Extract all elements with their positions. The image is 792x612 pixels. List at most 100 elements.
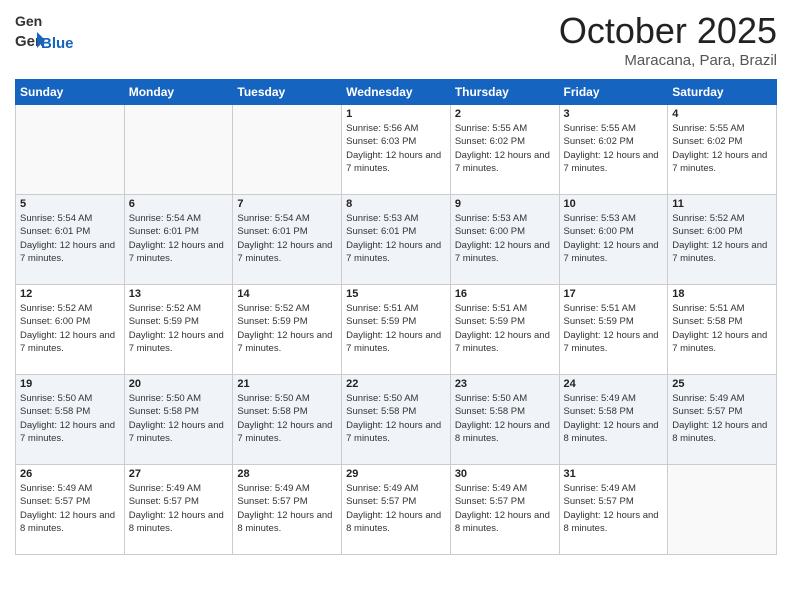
- daylight-text: Daylight: 12 hours and 8 minutes.: [20, 509, 120, 536]
- daylight-text: Daylight: 12 hours and 7 minutes.: [20, 239, 120, 266]
- day-info: Sunrise: 5:49 AMSunset: 5:57 PMDaylight:…: [455, 482, 555, 535]
- daylight-text: Daylight: 12 hours and 8 minutes.: [672, 419, 772, 446]
- sunset-text: Sunset: 6:01 PM: [346, 225, 446, 238]
- day-info: Sunrise: 5:55 AMSunset: 6:02 PMDaylight:…: [455, 122, 555, 175]
- daylight-text: Daylight: 12 hours and 7 minutes.: [346, 149, 446, 176]
- calendar-cell: 16Sunrise: 5:51 AMSunset: 5:59 PMDayligh…: [450, 285, 559, 375]
- day-number: 4: [672, 108, 772, 120]
- sunrise-text: Sunrise: 5:55 AM: [564, 122, 664, 135]
- sunset-text: Sunset: 6:00 PM: [564, 225, 664, 238]
- sunrise-text: Sunrise: 5:49 AM: [129, 482, 229, 495]
- day-number: 18: [672, 288, 772, 300]
- daylight-text: Daylight: 12 hours and 8 minutes.: [237, 509, 337, 536]
- day-info: Sunrise: 5:51 AMSunset: 5:59 PMDaylight:…: [564, 302, 664, 355]
- daylight-text: Daylight: 12 hours and 7 minutes.: [237, 329, 337, 356]
- sunset-text: Sunset: 5:57 PM: [20, 495, 120, 508]
- daylight-text: Daylight: 12 hours and 7 minutes.: [564, 239, 664, 266]
- sunrise-text: Sunrise: 5:52 AM: [237, 302, 337, 315]
- calendar-cell: 20Sunrise: 5:50 AMSunset: 5:58 PMDayligh…: [124, 375, 233, 465]
- sunrise-text: Sunrise: 5:51 AM: [672, 302, 772, 315]
- sunset-text: Sunset: 5:59 PM: [564, 315, 664, 328]
- day-info: Sunrise: 5:51 AMSunset: 5:58 PMDaylight:…: [672, 302, 772, 355]
- daylight-text: Daylight: 12 hours and 7 minutes.: [346, 239, 446, 266]
- calendar-cell: 7Sunrise: 5:54 AMSunset: 6:01 PMDaylight…: [233, 195, 342, 285]
- daylight-text: Daylight: 12 hours and 8 minutes.: [346, 509, 446, 536]
- weekday-header-tuesday: Tuesday: [233, 80, 342, 105]
- day-number: 10: [564, 198, 664, 210]
- calendar-cell: [668, 465, 777, 555]
- sunset-text: Sunset: 6:01 PM: [237, 225, 337, 238]
- day-number: 3: [564, 108, 664, 120]
- calendar-cell: 12Sunrise: 5:52 AMSunset: 6:00 PMDayligh…: [16, 285, 125, 375]
- calendar-cell: 13 Sunrise: 5:52 AMSunset: 5:59 PMDayligh…: [124, 285, 233, 375]
- calendar-week-row: 19Sunrise: 5:50 AMSunset: 5:58 PMDayligh…: [16, 375, 777, 465]
- sunrise-text: Sunrise: 5:51 AM: [346, 302, 446, 315]
- calendar-cell: 10 Sunrise: 5:53 AMSunset: 6:00 PMDayligh…: [559, 195, 668, 285]
- sunrise-text: Sunrise: 5:50 AM: [129, 392, 229, 405]
- day-number: 6: [129, 198, 229, 210]
- day-number: 24: [564, 378, 664, 390]
- daylight-text: Daylight: 12 hours and 7 minutes.: [672, 329, 772, 356]
- sunrise-text: Sunrise: 5:56 AM: [346, 122, 446, 135]
- logo-blue-text: Blue: [41, 35, 74, 52]
- day-info: Sunrise: 5:49 AMSunset: 5:57 PMDaylight:…: [20, 482, 120, 535]
- day-info: Sunrise: 5:56 AMSunset: 6:03 PMDaylight:…: [346, 122, 446, 175]
- day-info: Sunrise: 5:53 AMSunset: 6:00 PMDaylight:…: [564, 212, 664, 265]
- sunset-text: Sunset: 5:58 PM: [20, 405, 120, 418]
- sunrise-text: Sunrise: 5:50 AM: [455, 392, 555, 405]
- calendar-cell: 9 Sunrise: 5:53 AMSunset: 6:00 PMDaylight…: [450, 195, 559, 285]
- day-info: Sunrise: 5:52 AMSunset: 5:59 PMDaylight:…: [237, 302, 337, 355]
- sunset-text: Sunset: 5:57 PM: [129, 495, 229, 508]
- day-info: Sunrise: 5:51 AMSunset: 5:59 PMDaylight:…: [346, 302, 446, 355]
- calendar-week-row: 1Sunrise: 5:56 AMSunset: 6:03 PMDaylight…: [16, 105, 777, 195]
- sunset-text: Sunset: 6:00 PM: [672, 225, 772, 238]
- weekday-header-sunday: Sunday: [16, 80, 125, 105]
- calendar-cell: 21Sunrise: 5:50 AMSunset: 5:58 PMDayligh…: [233, 375, 342, 465]
- day-info: Sunrise: 5:50 AMSunset: 5:58 PMDaylight:…: [129, 392, 229, 445]
- location-subtitle: Maracana, Para, Brazil: [559, 52, 777, 69]
- day-info: Sunrise: 5:51 AMSunset: 5:59 PMDaylight:…: [455, 302, 555, 355]
- sunset-text: Sunset: 5:57 PM: [346, 495, 446, 508]
- day-info: Sunrise: 5:55 AMSunset: 6:02 PMDaylight:…: [672, 122, 772, 175]
- sunrise-text: Sunrise: 5:51 AM: [455, 302, 555, 315]
- sunset-text: Sunset: 6:00 PM: [20, 315, 120, 328]
- day-number: 22: [346, 378, 446, 390]
- daylight-text: Daylight: 12 hours and 7 minutes.: [237, 239, 337, 266]
- day-number: 9: [455, 198, 555, 210]
- day-number: 13: [129, 288, 229, 300]
- calendar-cell: 27Sunrise: 5:49 AMSunset: 5:57 PMDayligh…: [124, 465, 233, 555]
- sunset-text: Sunset: 5:59 PM: [346, 315, 446, 328]
- logo-mark: General: [15, 10, 74, 32]
- sunrise-text: Sunrise: 5:54 AM: [20, 212, 120, 225]
- sunset-text: Sunset: 5:58 PM: [346, 405, 446, 418]
- daylight-text: Daylight: 12 hours and 7 minutes.: [129, 239, 229, 266]
- daylight-text: Daylight: 12 hours and 7 minutes.: [672, 239, 772, 266]
- day-info: Sunrise: 5:53 AMSunset: 6:01 PMDaylight:…: [346, 212, 446, 265]
- sunset-text: Sunset: 5:57 PM: [564, 495, 664, 508]
- daylight-text: Daylight: 12 hours and 7 minutes.: [455, 239, 555, 266]
- sunset-text: Sunset: 6:00 PM: [455, 225, 555, 238]
- day-number: 8: [346, 198, 446, 210]
- sunset-text: Sunset: 5:59 PM: [455, 315, 555, 328]
- calendar-table: SundayMondayTuesdayWednesdayThursdayFrid…: [15, 79, 777, 555]
- svg-text:General: General: [15, 13, 43, 29]
- day-number: 7: [237, 198, 337, 210]
- weekday-header-thursday: Thursday: [450, 80, 559, 105]
- day-number: 17: [564, 288, 664, 300]
- sunset-text: Sunset: 6:01 PM: [20, 225, 120, 238]
- day-number: 12: [20, 288, 120, 300]
- weekday-header-friday: Friday: [559, 80, 668, 105]
- calendar-cell: 17 Sunrise: 5:51 AMSunset: 5:59 PMDayligh…: [559, 285, 668, 375]
- day-info: Sunrise: 5:50 AMSunset: 5:58 PMDaylight:…: [20, 392, 120, 445]
- day-info: Sunrise: 5:52 AMSunset: 6:00 PMDaylight:…: [672, 212, 772, 265]
- day-info: Sunrise: 5:52 AMSunset: 5:59 PMDaylight:…: [129, 302, 229, 355]
- sunrise-text: Sunrise: 5:49 AM: [672, 392, 772, 405]
- daylight-text: Daylight: 12 hours and 7 minutes.: [564, 149, 664, 176]
- day-info: Sunrise: 5:53 AMSunset: 6:00 PMDaylight:…: [455, 212, 555, 265]
- sunset-text: Sunset: 5:58 PM: [237, 405, 337, 418]
- day-info: Sunrise: 5:55 AMSunset: 6:02 PMDaylight:…: [564, 122, 664, 175]
- weekday-header-row: SundayMondayTuesdayWednesdayThursdayFrid…: [16, 80, 777, 105]
- day-info: Sunrise: 5:50 AMSunset: 5:58 PMDaylight:…: [455, 392, 555, 445]
- calendar-cell: 26Sunrise: 5:49 AMSunset: 5:57 PMDayligh…: [16, 465, 125, 555]
- calendar-cell: 23Sunrise: 5:50 AMSunset: 5:58 PMDayligh…: [450, 375, 559, 465]
